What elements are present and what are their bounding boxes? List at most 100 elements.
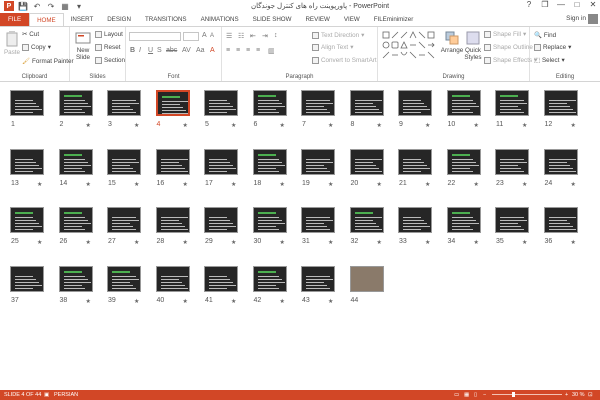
slide-thumbnail[interactable]: [107, 207, 141, 233]
transition-star-icon[interactable]: ★: [231, 239, 236, 246]
slide-thumbnail[interactable]: [495, 207, 529, 233]
avatar[interactable]: [588, 14, 598, 24]
slide-thumbnail[interactable]: [301, 207, 335, 233]
customize-qat-icon[interactable]: ▾: [74, 1, 84, 11]
slide-thumbnail[interactable]: [10, 265, 44, 292]
columns-icon[interactable]: ▥: [268, 47, 275, 55]
tab-file[interactable]: FILE: [0, 13, 30, 26]
convert-smartart-button[interactable]: Convert to SmartArt: [312, 57, 377, 64]
slide-thumbnail[interactable]: [204, 148, 238, 175]
shadow-icon[interactable]: S: [157, 47, 162, 54]
slide-thumbnail[interactable]: [543, 90, 578, 116]
shape-fill-button[interactable]: Shape Fill ▾: [484, 31, 526, 38]
slide-thumbnail[interactable]: [155, 265, 190, 292]
slide-thumbnail[interactable]: [398, 207, 432, 233]
normal-view-icon[interactable]: ▭: [454, 392, 459, 398]
transition-star-icon[interactable]: ★: [522, 239, 527, 246]
close-icon[interactable]: ✕: [588, 0, 598, 10]
transition-star-icon[interactable]: ★: [280, 122, 285, 129]
format-painter-button[interactable]: 🖌 Format Painter: [22, 57, 74, 66]
slide-thumbnail[interactable]: [349, 207, 384, 233]
slide-thumbnail[interactable]: [446, 90, 481, 116]
save-icon[interactable]: 💾: [18, 1, 28, 11]
reading-view-icon[interactable]: ▯: [474, 392, 477, 398]
fit-slide-icon[interactable]: ⊡: [588, 392, 593, 398]
reset-button[interactable]: Reset: [95, 44, 120, 51]
tab-review[interactable]: REVIEW: [298, 13, 336, 26]
slide-thumbnail[interactable]: [301, 148, 335, 175]
slide-thumbnail[interactable]: [543, 207, 578, 233]
italic-icon[interactable]: I: [139, 47, 141, 54]
slide-sorter-view[interactable]: 1 2 ★ 3 ★ 4 ★ 5 ★ 6 ★ 7 ★ 8 ★ 9 ★ 10 ★ 11 ★ 12 ★ 13 ★ 14 ★ 15 ★ 16 ★ 17…: [0, 83, 600, 390]
tab-insert[interactable]: INSERT: [64, 13, 101, 26]
slide-thumbnail[interactable]: [10, 207, 44, 233]
copy-button[interactable]: Copy ▾: [22, 44, 51, 51]
transition-star-icon[interactable]: ★: [377, 239, 382, 246]
transition-star-icon[interactable]: ★: [280, 239, 285, 246]
slide-thumbnail[interactable]: [10, 90, 44, 116]
transition-star-icon[interactable]: ★: [328, 181, 333, 188]
transition-star-icon[interactable]: ★: [571, 181, 576, 188]
slide-thumbnail[interactable]: [252, 265, 287, 292]
transition-star-icon[interactable]: ★: [474, 239, 479, 246]
slide-thumbnail[interactable]: [301, 90, 335, 116]
redo-icon[interactable]: ↷: [46, 1, 56, 11]
slide-thumbnail[interactable]: [58, 265, 93, 292]
transition-star-icon[interactable]: ★: [377, 181, 382, 188]
shrink-font-icon[interactable]: A: [210, 33, 214, 39]
transition-star-icon[interactable]: ★: [183, 298, 188, 305]
transition-star-icon[interactable]: ★: [183, 122, 188, 129]
slide-thumbnail[interactable]: [252, 207, 287, 233]
align-right-icon[interactable]: ≡: [246, 47, 250, 54]
transition-star-icon[interactable]: ★: [86, 239, 91, 246]
slide-thumbnail[interactable]: [204, 265, 238, 292]
transition-star-icon[interactable]: ★: [183, 239, 188, 246]
transition-star-icon[interactable]: ★: [280, 298, 285, 305]
tab-design[interactable]: DESIGN: [100, 13, 138, 26]
transition-star-icon[interactable]: ★: [86, 298, 91, 305]
underline-icon[interactable]: U: [148, 47, 153, 54]
numbering-icon[interactable]: ☷: [238, 32, 244, 40]
text-direction-button[interactable]: Text Direction ▾: [312, 32, 364, 39]
select-button[interactable]: ⬚ Select ▾: [534, 57, 565, 64]
cut-button[interactable]: ✂ Cut: [22, 31, 39, 38]
transition-star-icon[interactable]: ★: [134, 298, 139, 305]
find-button[interactable]: 🔍 Find: [534, 31, 556, 40]
slide-thumbnail[interactable]: [349, 265, 384, 292]
layout-button[interactable]: Layout: [95, 31, 123, 38]
transition-star-icon[interactable]: ★: [86, 181, 91, 188]
paste-button[interactable]: Paste: [3, 31, 21, 56]
transition-star-icon[interactable]: ★: [231, 122, 236, 129]
transition-star-icon[interactable]: ★: [37, 181, 42, 188]
transition-star-icon[interactable]: ★: [377, 122, 382, 129]
zoom-slider[interactable]: [492, 392, 562, 397]
arrange-button[interactable]: Arrange: [441, 31, 463, 54]
slide-thumbnail[interactable]: [252, 148, 287, 175]
transition-star-icon[interactable]: ★: [425, 181, 430, 188]
language-indicator[interactable]: PERSIAN: [54, 392, 78, 398]
slide-thumbnail[interactable]: [349, 148, 384, 175]
slide-thumbnail[interactable]: [301, 265, 335, 292]
zoom-in-icon[interactable]: +: [565, 392, 568, 398]
slide-thumbnail[interactable]: [107, 90, 141, 116]
zoom-level[interactable]: 30 %: [572, 392, 585, 398]
slide-thumbnail[interactable]: [58, 207, 93, 233]
zoom-slider-handle[interactable]: [512, 392, 516, 397]
character-spacing-icon[interactable]: AV: [182, 47, 191, 54]
center-icon[interactable]: ≡: [236, 47, 240, 54]
start-presentation-icon[interactable]: ▦: [60, 1, 70, 11]
undo-icon[interactable]: ↶: [32, 1, 42, 11]
decrease-indent-icon[interactable]: ⇤: [250, 32, 256, 40]
slide-thumbnail[interactable]: [446, 207, 481, 233]
slide-thumbnail[interactable]: [446, 148, 481, 175]
slide-thumbnail[interactable]: [155, 90, 190, 116]
transition-star-icon[interactable]: ★: [183, 181, 188, 188]
section-button[interactable]: Section: [95, 57, 125, 64]
transition-star-icon[interactable]: ★: [280, 181, 285, 188]
slide-sorter-icon[interactable]: ▦: [464, 392, 469, 398]
bold-icon[interactable]: B: [130, 47, 135, 54]
font-color-icon[interactable]: A: [210, 47, 215, 54]
transition-star-icon[interactable]: ★: [231, 181, 236, 188]
change-case-icon[interactable]: Aa: [196, 47, 205, 54]
tab-view[interactable]: VIEW: [337, 13, 367, 26]
